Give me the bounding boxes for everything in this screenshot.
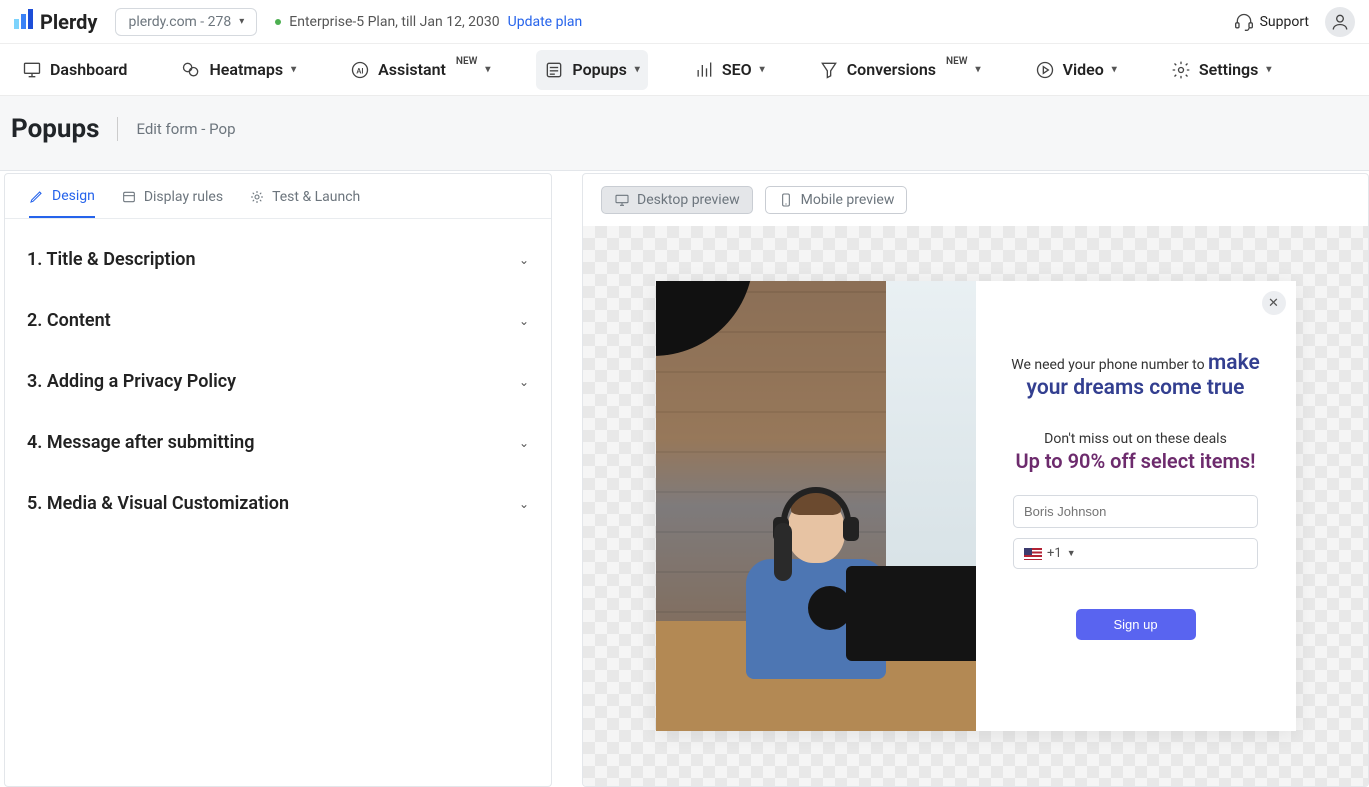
- page-header: Popups Edit form - Pop: [0, 96, 1369, 171]
- chevron-down-icon: ▾: [485, 64, 490, 75]
- popup-body: ✕ We need your phone number to make your…: [976, 281, 1296, 731]
- site-selector[interactable]: plerdy.com - 278 ▾: [115, 8, 257, 36]
- divider: [117, 117, 118, 141]
- chevron-down-icon: ▼: [1067, 548, 1076, 559]
- support-label: Support: [1260, 14, 1309, 30]
- tab-display-rules[interactable]: Display rules: [121, 188, 223, 218]
- user-avatar[interactable]: [1325, 7, 1355, 37]
- flag-us-icon: [1024, 548, 1042, 560]
- gear-icon: [249, 189, 265, 205]
- desktop-icon: [614, 192, 630, 208]
- accordion: 1. Title & Description ⌄ 2. Content ⌄ 3.…: [5, 219, 551, 544]
- monitor-icon: [22, 60, 42, 80]
- nav-settings[interactable]: Settings ▾: [1163, 50, 1280, 90]
- phone-cc: +1: [1047, 546, 1062, 561]
- popup-promo: Up to 90% off select items!: [1015, 449, 1255, 473]
- accordion-item-content[interactable]: 2. Content ⌄: [27, 290, 529, 351]
- tab-design[interactable]: Design: [29, 188, 95, 218]
- chevron-down-icon: ▾: [635, 64, 640, 75]
- mobile-preview-button[interactable]: Mobile preview: [765, 186, 908, 214]
- chevron-down-icon: ▾: [1266, 64, 1271, 75]
- nav-heatmaps[interactable]: Heatmaps ▾: [173, 50, 304, 90]
- close-icon[interactable]: ✕: [1262, 291, 1286, 315]
- gear-icon: [1171, 60, 1191, 80]
- chevron-down-icon: ⌄: [519, 314, 529, 328]
- nav-conversions[interactable]: Conversions NEW ▾: [811, 50, 989, 90]
- chevron-down-icon: ▾: [1112, 64, 1117, 75]
- accordion-item-title-desc[interactable]: 1. Title & Description ⌄: [27, 229, 529, 290]
- update-plan-link[interactable]: Update plan: [508, 14, 583, 30]
- plan-info: Enterprise-5 Plan, till Jan 12, 2030 Upd…: [275, 14, 582, 30]
- site-selector-label: plerdy.com - 278: [128, 14, 231, 30]
- headset-icon: [1234, 12, 1254, 32]
- editor-tabs: Design Display rules Test & Launch: [5, 174, 551, 219]
- nav-video[interactable]: Video ▾: [1027, 50, 1125, 90]
- seo-icon: [694, 60, 714, 80]
- status-dot-icon: [275, 19, 281, 25]
- phone-input[interactable]: +1 ▼: [1013, 538, 1258, 569]
- new-badge: NEW: [946, 56, 968, 67]
- plan-text: Enterprise-5 Plan, till Jan 12, 2030: [289, 14, 499, 30]
- nav-dashboard[interactable]: Dashboard: [14, 50, 135, 90]
- chevron-down-icon: ⌄: [519, 497, 529, 511]
- preview-panel: Desktop preview Mobile preview: [582, 173, 1369, 787]
- accordion-item-media[interactable]: 5. Media & Visual Customization ⌄: [27, 473, 529, 534]
- new-badge: NEW: [456, 56, 478, 67]
- popup-icon: [544, 60, 564, 80]
- name-input[interactable]: [1013, 495, 1258, 528]
- desktop-preview-button[interactable]: Desktop preview: [601, 186, 753, 214]
- mobile-icon: [778, 192, 794, 208]
- popup-lead-small: We need your phone number to: [1011, 357, 1208, 373]
- chevron-down-icon: ▾: [291, 64, 296, 75]
- funnel-icon: [819, 60, 839, 80]
- nav-popups[interactable]: Popups ▾: [536, 50, 647, 90]
- pencil-icon: [29, 188, 45, 204]
- popup-preview: ✕ We need your phone number to make your…: [656, 281, 1296, 731]
- ai-icon: AI: [350, 60, 370, 80]
- main-nav: Dashboard Heatmaps ▾ AI Assistant NEW ▾ …: [0, 44, 1369, 96]
- person-icon: [1330, 12, 1350, 32]
- chevron-down-icon: ⌄: [519, 253, 529, 267]
- editor-panel: Design Display rules Test & Launch 1. Ti…: [4, 173, 552, 787]
- accordion-item-after-submit[interactable]: 4. Message after submitting ⌄: [27, 412, 529, 473]
- brand-name: Plerdy: [40, 10, 97, 34]
- page-title: Popups: [11, 114, 99, 144]
- chevron-down-icon: ▾: [239, 16, 244, 27]
- accordion-item-privacy[interactable]: 3. Adding a Privacy Policy ⌄: [27, 351, 529, 412]
- brand-logo[interactable]: Plerdy: [14, 9, 97, 35]
- signup-button[interactable]: Sign up: [1076, 609, 1196, 640]
- heatmap-icon: [181, 60, 201, 80]
- popup-image: [656, 281, 976, 731]
- play-icon: [1035, 60, 1055, 80]
- support-link[interactable]: Support: [1234, 12, 1309, 32]
- breadcrumb: Edit form - Pop: [136, 120, 235, 138]
- nav-seo[interactable]: SEO ▾: [686, 50, 773, 90]
- chevron-down-icon: ⌄: [519, 436, 529, 450]
- tab-test-launch[interactable]: Test & Launch: [249, 188, 360, 218]
- chevron-down-icon: ▾: [976, 64, 981, 75]
- svg-text:AI: AI: [357, 66, 364, 75]
- chevron-down-icon: ⌄: [519, 375, 529, 389]
- rules-icon: [121, 189, 137, 205]
- top-bar: Plerdy plerdy.com - 278 ▾ Enterprise-5 P…: [0, 0, 1369, 44]
- popup-subtext: Don't miss out on these deals: [1044, 431, 1227, 447]
- nav-assistant[interactable]: AI Assistant NEW ▾: [342, 50, 498, 90]
- chevron-down-icon: ▾: [760, 64, 765, 75]
- preview-stage: ✕ We need your phone number to make your…: [583, 226, 1368, 786]
- brand-mark-icon: [14, 9, 36, 35]
- preview-toggle: Desktop preview Mobile preview: [583, 174, 1368, 226]
